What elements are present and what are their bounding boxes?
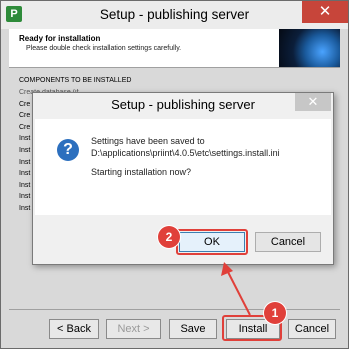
step-1-badge: 1 [264,302,286,324]
step-2-badge: 2 [158,226,180,248]
pointer-arrow [221,262,251,316]
